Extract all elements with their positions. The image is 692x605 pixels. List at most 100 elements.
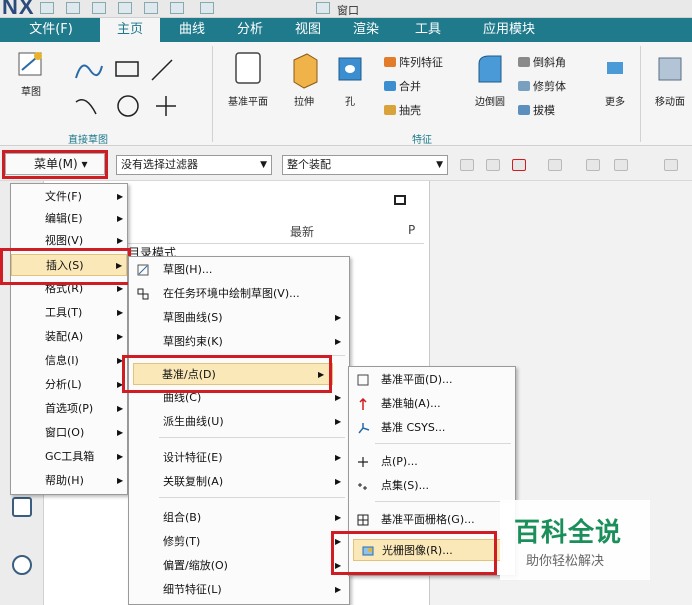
- shell-button[interactable]: 抽壳: [384, 102, 421, 118]
- menu-item-point[interactable]: 点(P)...: [349, 451, 515, 473]
- chamfer-icon: [518, 57, 530, 67]
- datum-plane-button[interactable]: 基准平面: [222, 50, 274, 108]
- title-bar: NX 窗口: [0, 0, 692, 19]
- snap-icon[interactable]: [460, 159, 474, 171]
- layer-icon[interactable]: [586, 159, 600, 171]
- submenu-arrow-icon: ▶: [117, 308, 124, 317]
- ribbon-tab-bar: 文件(F) 主页 曲线 分析 视图 渲染 工具 应用模块: [0, 18, 692, 42]
- menu-item-preferences[interactable]: 首选项(P) ▶: [11, 398, 127, 420]
- edge-blend-button[interactable]: 边倒圆: [468, 50, 512, 108]
- tab-render[interactable]: 渲染: [342, 18, 390, 42]
- hole-button[interactable]: 孔: [332, 50, 368, 108]
- menu-item-information[interactable]: 信息(I) ▶: [11, 350, 127, 372]
- sketch-icon: [137, 264, 149, 276]
- submenu-arrow-icon: ▶: [117, 192, 124, 201]
- snap-point-icon[interactable]: [486, 159, 500, 171]
- datum-plane-icon: [235, 52, 261, 84]
- tab-view[interactable]: 视图: [284, 18, 332, 42]
- move-face-icon: [658, 57, 682, 81]
- tab-file[interactable]: 文件(F): [18, 18, 84, 42]
- submenu-arrow-icon: ▶: [335, 477, 342, 486]
- menu-item-tools[interactable]: 工具(T) ▶: [11, 302, 127, 324]
- tab-analysis[interactable]: 分析: [226, 18, 274, 42]
- menu-item-help[interactable]: 帮助(H) ▶: [11, 470, 127, 492]
- sketch-button[interactable]: 草图: [10, 50, 52, 98]
- tab-tools[interactable]: 工具: [404, 18, 452, 42]
- window-switch-label[interactable]: 窗口: [337, 2, 359, 18]
- redo-icon[interactable]: [92, 2, 106, 14]
- menu-item-assembly[interactable]: 装配(A) ▶: [11, 326, 127, 348]
- menu-item-gc-toolbox[interactable]: GC工具箱 ▶: [11, 446, 127, 468]
- extrude-button[interactable]: 拉伸: [284, 50, 324, 108]
- menu-item-detail-feature[interactable]: 细节特征(L) ▶: [129, 579, 349, 601]
- datum-plane-icon: [357, 374, 369, 386]
- history-icon[interactable]: [12, 555, 32, 575]
- menu-item-edit[interactable]: 编辑(E) ▶: [11, 208, 127, 230]
- menu-item-combine[interactable]: 组合(B) ▶: [129, 507, 349, 529]
- trim-body-button[interactable]: 修剪体: [518, 78, 566, 94]
- menu-item-point-set[interactable]: 点集(S)...: [349, 475, 515, 497]
- feature-group-label: 特征: [412, 135, 432, 146]
- menu-item-datum-csys[interactable]: 基准 CSYS...: [349, 417, 515, 439]
- menu-item-sketch[interactable]: 草图(H)...: [129, 259, 349, 281]
- menu-item-trim[interactable]: 修剪(T) ▶: [129, 531, 349, 553]
- highlight-menu-button: [2, 150, 108, 179]
- grid-icon: [357, 514, 369, 526]
- watermark: 百科全说 助你轻松解决: [500, 500, 650, 580]
- submenu-arrow-icon: ▶: [335, 453, 342, 462]
- save-icon[interactable]: [40, 2, 54, 14]
- submenu-arrow-icon: ▶: [117, 476, 124, 485]
- submenu-arrow-icon: ▶: [335, 585, 342, 594]
- edge-blend-icon: [478, 55, 502, 83]
- part-navigator-icon[interactable]: [12, 497, 32, 517]
- column-header-p[interactable]: P: [408, 223, 415, 237]
- copy-icon[interactable]: [144, 2, 158, 14]
- submenu-arrow-icon: ▶: [117, 214, 124, 223]
- submenu-arrow-icon: ▶: [335, 513, 342, 522]
- csys-icon: [358, 423, 370, 434]
- menu-item-sketch-curve[interactable]: 草图曲线(S) ▶: [129, 307, 349, 329]
- direct-sketch-group-label: 直接草图: [68, 135, 108, 146]
- menu-item-analysis[interactable]: 分析(L) ▶: [11, 374, 127, 396]
- move-face-button[interactable]: 移动面: [648, 50, 692, 108]
- repeat-command-icon[interactable]: [200, 2, 214, 14]
- datum-axis-icon: [359, 398, 367, 410]
- sketch-icon: [18, 52, 42, 76]
- tab-curve[interactable]: 曲线: [168, 18, 216, 42]
- tab-application[interactable]: 应用模块: [470, 18, 548, 42]
- menu-item-file[interactable]: 文件(F) ▶: [11, 186, 127, 208]
- menu-item-derived-curve[interactable]: 派生曲线(U) ▶: [129, 411, 349, 433]
- selection-filter-dropdown[interactable]: 没有选择过滤器 ▼: [116, 155, 272, 175]
- menu-item-datum-plane[interactable]: 基准平面(D)...: [349, 369, 515, 391]
- menu-item-datum-axis[interactable]: 基准轴(A)...: [349, 393, 515, 415]
- box-select-icon[interactable]: [614, 159, 628, 171]
- assembly-scope-dropdown[interactable]: 整个装配 ▼: [282, 155, 448, 175]
- tab-home[interactable]: 主页: [100, 18, 160, 42]
- menu-item-offset-scale[interactable]: 偏置/缩放(O) ▶: [129, 555, 349, 577]
- highlight-insert-item: [0, 248, 131, 285]
- column-header-latest[interactable]: 最新: [290, 223, 314, 240]
- maximize-icon[interactable]: [394, 195, 406, 205]
- highlight-datum-point-item: [122, 355, 332, 393]
- view-icon[interactable]: [664, 159, 678, 171]
- filter-icon[interactable]: [548, 159, 562, 171]
- cut-icon[interactable]: [118, 2, 132, 14]
- extrude-icon: [293, 53, 318, 89]
- more-button[interactable]: 更多: [598, 50, 632, 108]
- selection-icon[interactable]: [512, 159, 526, 171]
- unite-button[interactable]: 合并: [384, 78, 421, 94]
- paste-icon[interactable]: [170, 2, 184, 14]
- menu-item-sketch-in-task[interactable]: 在任务环境中绘制草图(V)...: [129, 283, 349, 305]
- menu-item-sketch-constraint[interactable]: 草图约束(K) ▶: [129, 331, 349, 353]
- menu-item-datum-plane-grid[interactable]: 基准平面栅格(G)...: [349, 509, 515, 531]
- watermark-subtitle: 助你轻松解决: [526, 554, 605, 569]
- menu-item-design-feature[interactable]: 设计特征(E) ▶: [129, 447, 349, 469]
- chamfer-button[interactable]: 倒斜角: [518, 54, 566, 70]
- pattern-feature-button[interactable]: 阵列特征: [384, 54, 443, 70]
- watermark-title: 百科全说: [514, 518, 623, 548]
- undo-icon[interactable]: [66, 2, 80, 14]
- menu-item-window[interactable]: 窗口(O) ▶: [11, 422, 127, 444]
- draft-button[interactable]: 拔模: [518, 102, 555, 118]
- menu-item-associative-copy[interactable]: 关联复制(A) ▶: [129, 471, 349, 493]
- window-icon[interactable]: [316, 2, 330, 14]
